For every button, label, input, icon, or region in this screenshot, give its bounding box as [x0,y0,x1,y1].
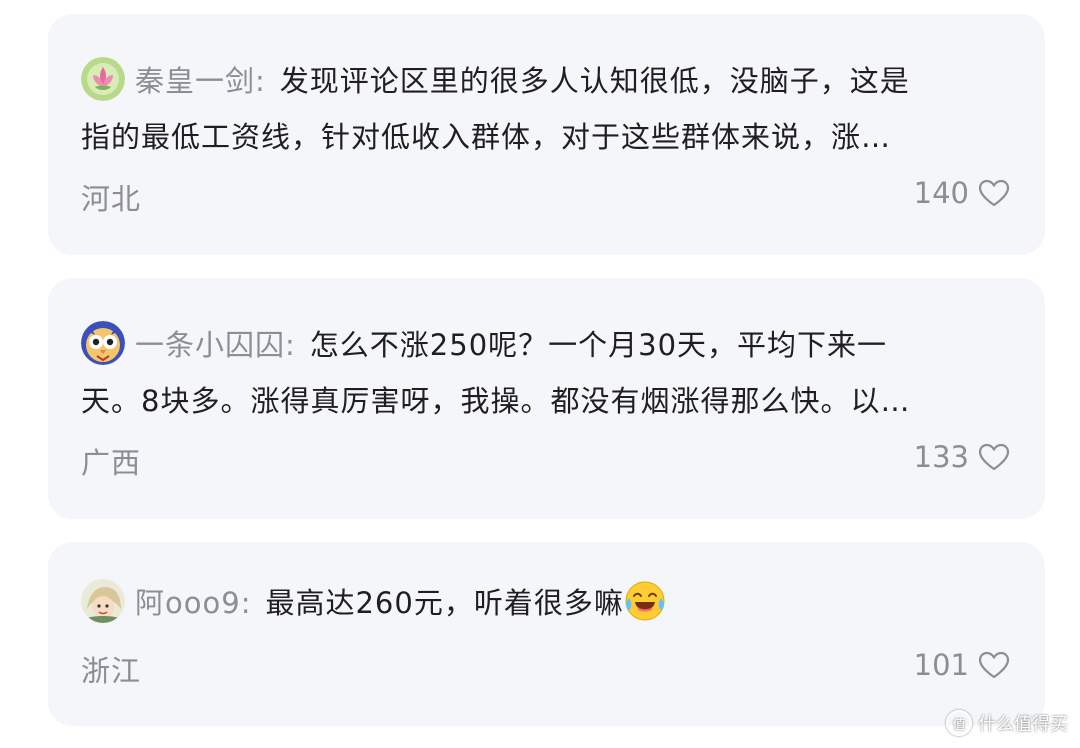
like-button[interactable]: 133 [914,440,1011,474]
comment-body: 一条小囚囚: 怎么不涨250呢？一个月30天，平均下来一 天。8块多。涨得真厉害呀… [81,317,1009,429]
comment-card[interactable]: 一条小囚囚: 怎么不涨250呢？一个月30天，平均下来一 天。8块多。涨得真厉害呀… [48,278,1045,519]
heart-icon [978,179,1010,207]
comment-card[interactable]: 秦皇一剑: 发现评论区里的很多人认知很低，没脑子，这是 指的最低工资线，针对低收入… [48,14,1045,255]
like-count: 133 [913,440,969,474]
like-button[interactable]: 101 [914,648,1011,682]
username-separator: : [255,64,266,98]
username[interactable]: 秦皇一剑 [135,64,255,98]
like-count: 140 [913,176,969,210]
comment-text-line-2: 天。8块多。涨得真厉害呀，我操。都没有烟涨得那么快。以… [81,384,911,418]
like-count: 101 [913,648,969,682]
heart-icon [978,651,1010,679]
comment-text-line-1: 最高达260元，听着很多嘛 [265,586,624,620]
comment-text-line-1: 发现评论区里的很多人认知很低，没脑子，这是 [279,64,910,98]
owl-avatar-icon[interactable] [81,321,125,365]
username[interactable]: 阿ooo9 [135,586,241,620]
anime-character-avatar-icon[interactable] [81,579,125,623]
username[interactable]: 一条小囚囚 [135,328,285,362]
laughing-crying-emoji-icon [624,580,666,622]
comment-body: 阿ooo9: 最高达260元，听着很多嘛 [81,575,1009,631]
comment-body: 秦皇一剑: 发现评论区里的很多人认知很低，没脑子，这是 指的最低工资线，针对低收入… [81,53,1009,165]
username-separator: : [285,328,296,362]
watermark: 值 什么值得买 [946,710,1068,736]
comment-card[interactable]: 阿ooo9: 最高达260元，听着很多嘛 浙江 101 [48,542,1045,726]
location-label: 浙江 [81,654,142,688]
username-separator: : [240,586,252,620]
location-label: 河北 [81,182,142,216]
watermark-text: 什么值得买 [978,714,1068,735]
heart-icon [978,443,1010,471]
watermark-logo-icon: 值 [946,710,972,736]
lotus-avatar-icon[interactable] [81,57,125,101]
like-button[interactable]: 140 [914,176,1011,210]
comment-text-line-2: 指的最低工资线，针对低收入群体，对于这些群体来说，涨… [81,120,892,154]
location-label: 广西 [81,446,142,480]
comment-text-line-1: 怎么不涨250呢？一个月30天，平均下来一 [309,328,888,362]
